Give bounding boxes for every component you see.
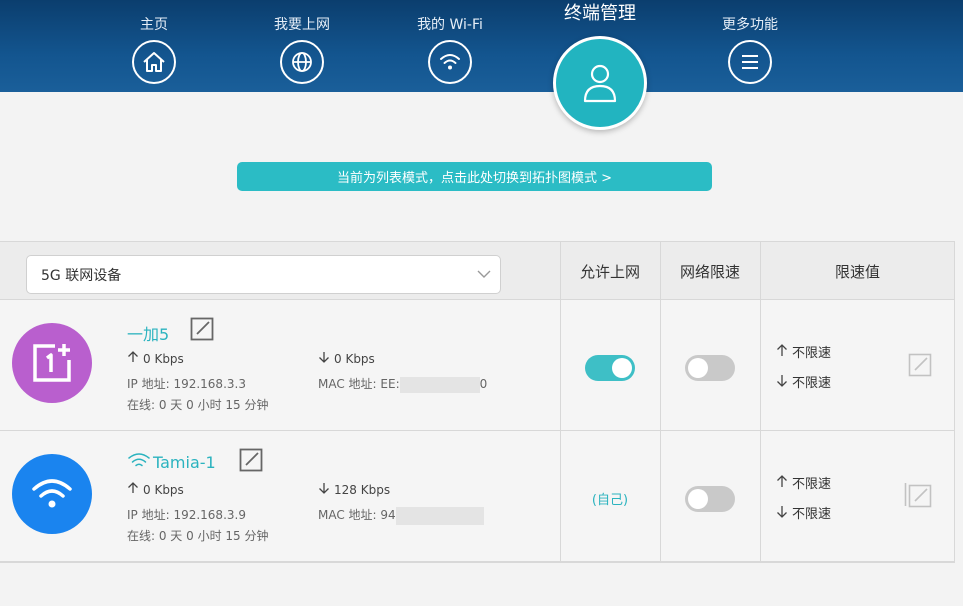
globe-icon[interactable] [280,40,324,84]
user-icon[interactable] [553,36,647,130]
speed-limit-toggle[interactable] [685,486,735,512]
mac-redaction [395,506,484,525]
mac-address-prefix: MAC 地址: 94 [318,508,396,522]
device-name-link[interactable]: Tamia-1 [127,452,216,472]
arrow-up-icon [777,475,787,487]
arrow-up-icon [777,344,787,356]
mac-address-suffix: 0 [479,377,488,391]
menu-icon[interactable] [728,40,772,84]
self-device-label: (自己) [591,493,629,508]
nav-wifi[interactable]: 我的 Wi-Fi [395,0,505,84]
download-speed-value: 128 Kbps [334,483,391,497]
arrow-up-icon [128,351,138,362]
device-filter-value: 5G 联网设备 [41,267,122,284]
arrow-down-icon [777,375,787,387]
toggle-knob [612,358,632,378]
upload-limit-value: 不限速 [792,477,832,492]
upload-limit: 不限速 [776,473,831,492]
ip-address: IP 地址: 192.168.3.9 [127,508,246,522]
header-limit-value: 限速值 [834,262,880,281]
download-speed: 128 Kbps [318,482,390,497]
allow-internet-toggle[interactable] [585,355,635,381]
download-limit: 不限速 [776,372,831,391]
device-name-link[interactable]: 一加5 [127,321,169,345]
arrow-down-icon [319,483,329,494]
wifi-connection-icon [128,453,150,467]
download-limit: 不限速 [776,503,831,522]
upload-speed-value: 0 Kbps [143,483,184,497]
header-speed-limit: 网络限速 [679,262,740,281]
nav-device-management-label: 终端管理 [564,3,636,24]
arrow-down-icon [777,506,787,518]
download-speed: 0 Kbps [318,351,375,366]
edit-name-icon[interactable] [239,448,263,476]
online-duration: 在线: 0 天 0 小时 15 分钟 [127,398,269,412]
online-duration: 在线: 0 天 0 小时 15 分钟 [127,529,269,543]
nav-more-label: 更多功能 [722,17,778,33]
nav-internet[interactable]: 我要上网 [247,0,357,84]
nav-internet-label: 我要上网 [274,17,330,33]
upload-limit-value: 不限速 [792,346,832,361]
toggle-knob [688,358,708,378]
upload-speed: 0 Kbps [127,351,184,366]
edit-limit-icon[interactable] [908,353,932,381]
edit-limit-icon[interactable] [904,482,932,512]
mac-address: MAC 地址: 94 [318,506,484,525]
upload-speed-value: 0 Kbps [143,352,184,366]
download-speed-value: 0 Kbps [334,352,375,366]
speed-limit-toggle[interactable] [685,355,735,381]
nav-more[interactable]: 更多功能 [695,0,805,84]
topology-mode-switch-button[interactable]: 当前为列表模式，点击此处切换到拓扑图模式 > [237,162,712,191]
upload-speed: 0 Kbps [127,482,184,497]
mac-address: MAC 地址: EE: 0 [318,375,487,393]
device-filter-select[interactable]: 5G 联网设备 [26,255,501,294]
arrow-up-icon [128,482,138,493]
wifi-icon [12,454,92,534]
mac-address-prefix: MAC 地址: EE: [318,377,400,391]
top-nav-bar: 主页 我要上网 我的 Wi-Fi 终端管理 更多功能 [0,0,963,130]
mac-redaction [399,376,480,393]
oneplus-logo-icon [12,323,92,403]
arrow-down-icon [319,352,329,363]
table-header: 5G 联网设备 允许上网 网络限速 限速值 [0,242,954,300]
header-allow-internet: 允许上网 [579,262,640,281]
nav-home-label: 主页 [140,17,168,33]
edit-name-icon[interactable] [190,317,214,345]
table-row: 一加5 0 Kbps 0 Kbps IP 地址: 192.168.3.3 MAC… [0,300,955,431]
wifi-icon[interactable] [428,40,472,84]
toggle-knob [688,489,708,509]
download-limit-value: 不限速 [792,376,832,391]
home-icon[interactable] [132,40,176,84]
device-name-text: Tamia-1 [153,453,216,472]
nav-wifi-label: 我的 Wi-Fi [417,17,483,33]
nav-device-management[interactable]: 终端管理 [545,0,655,130]
table-row: Tamia-1 0 Kbps 128 Kbps IP 地址: 192.168.3… [0,431,955,562]
nav-home[interactable]: 主页 [99,0,209,84]
chevron-down-icon [476,267,492,285]
ip-address: IP 地址: 192.168.3.3 [127,377,246,391]
upload-limit: 不限速 [776,342,831,361]
device-table: 5G 联网设备 允许上网 网络限速 限速值 一加5 0 Kbps 0 Kbps … [0,241,955,563]
download-limit-value: 不限速 [792,507,832,522]
